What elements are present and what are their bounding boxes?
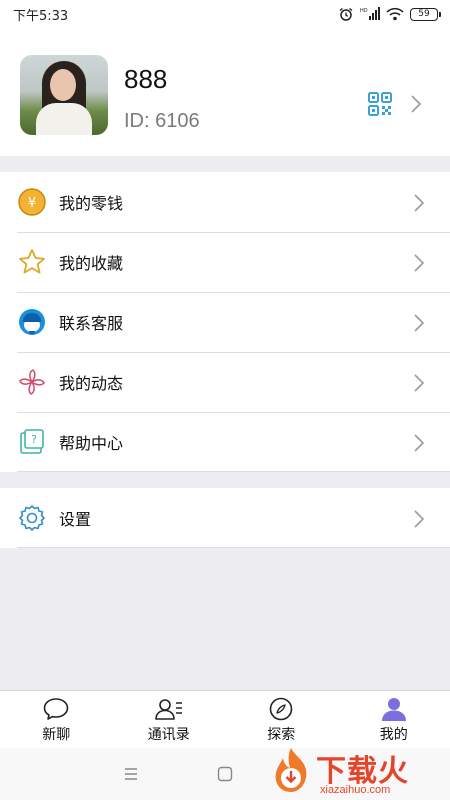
chevron-right-icon bbox=[411, 95, 422, 113]
menu-item-settings[interactable]: 设置 bbox=[0, 488, 450, 548]
help-center-icon: ? bbox=[17, 427, 47, 457]
svg-text:?: ? bbox=[31, 433, 37, 446]
tab-label: 通讯录 bbox=[147, 727, 190, 743]
menu-item-label: 联系客服 bbox=[59, 314, 124, 333]
wallet-coin-icon: ¥ bbox=[17, 187, 47, 217]
pinwheel-icon bbox=[17, 367, 47, 397]
chat-bubble-icon bbox=[43, 698, 69, 720]
tab-explore[interactable]: 探索 bbox=[225, 691, 338, 748]
signal-icon: HD bbox=[360, 7, 380, 20]
watermark-site: xiazaihuo.com bbox=[320, 784, 391, 796]
menu-list: ¥ 我的零钱 我的收藏 联系客服 我的动态 ? 帮助中心 bbox=[0, 172, 450, 472]
status-icons: HD 59 bbox=[338, 7, 441, 21]
tab-label: 新聊 bbox=[42, 727, 71, 743]
customer-service-icon bbox=[17, 307, 47, 337]
hd-label: HD bbox=[360, 8, 368, 14]
contacts-icon bbox=[154, 699, 182, 720]
bottom-tab-bar: 新聊 通讯录 探索 我的 bbox=[0, 690, 450, 748]
menu-item-moments[interactable]: 我的动态 bbox=[0, 352, 450, 412]
chevron-right-icon bbox=[414, 194, 425, 212]
alarm-icon bbox=[339, 7, 353, 21]
chevron-right-icon bbox=[414, 254, 425, 272]
menu-item-favorites[interactable]: 我的收藏 bbox=[0, 232, 450, 292]
status-time: 下午5:33 bbox=[13, 8, 69, 24]
avatar[interactable] bbox=[20, 55, 108, 135]
tab-contacts[interactable]: 通讯录 bbox=[113, 691, 226, 748]
status-bar: 下午5:33 HD 59 bbox=[0, 0, 450, 28]
tab-new-chat[interactable]: 新聊 bbox=[0, 691, 113, 748]
tab-label: 探索 bbox=[267, 727, 296, 743]
tab-mine[interactable]: 我的 bbox=[338, 691, 450, 748]
menu-item-wallet[interactable]: ¥ 我的零钱 bbox=[0, 172, 450, 232]
gear-icon bbox=[17, 503, 47, 533]
svg-text:¥: ¥ bbox=[28, 196, 36, 211]
wifi-icon bbox=[386, 7, 404, 21]
watermark-flame-icon bbox=[275, 748, 307, 792]
profile-name: 888 bbox=[124, 64, 168, 94]
menu-item-label: 我的零钱 bbox=[59, 194, 124, 213]
menu-item-label: 帮助中心 bbox=[59, 434, 124, 453]
menu-item-customer-service[interactable]: 联系客服 bbox=[0, 292, 450, 352]
menu-item-label: 设置 bbox=[59, 510, 92, 529]
menu-item-label: 我的收藏 bbox=[59, 254, 124, 273]
profile-id: ID: 6106 bbox=[124, 110, 200, 132]
chevron-right-icon bbox=[414, 434, 425, 452]
tab-label: 我的 bbox=[379, 727, 408, 743]
chevron-right-icon bbox=[414, 374, 425, 392]
menu-icon[interactable] bbox=[124, 768, 138, 780]
watermark: 下载火 xiazaihuo.com bbox=[264, 744, 450, 800]
menu-item-label: 我的动态 bbox=[59, 374, 124, 393]
chevron-right-icon bbox=[414, 510, 425, 528]
chevron-right-icon bbox=[414, 314, 425, 332]
star-icon bbox=[17, 247, 47, 277]
profile-card[interactable]: 888 ID: 6106 bbox=[0, 28, 450, 156]
qr-code-icon[interactable] bbox=[368, 92, 392, 116]
menu-item-help[interactable]: ? 帮助中心 bbox=[0, 412, 450, 472]
compass-icon bbox=[269, 697, 293, 721]
home-icon[interactable] bbox=[217, 766, 233, 782]
settings-group: 设置 bbox=[0, 488, 450, 548]
person-icon bbox=[381, 698, 406, 721]
battery-indicator: 59 bbox=[410, 7, 441, 21]
